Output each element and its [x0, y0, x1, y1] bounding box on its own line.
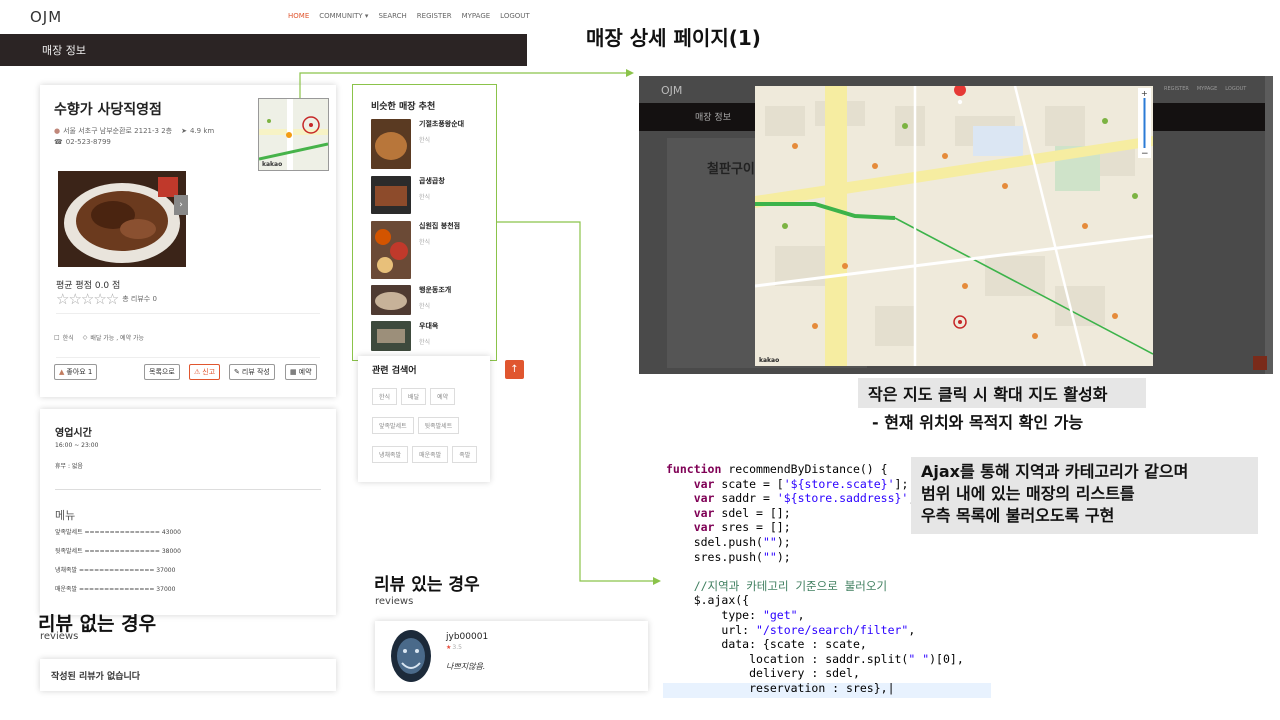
shot-bar-title: 매장 정보 [695, 113, 731, 123]
ajax-caption-2: 범위 내에 있는 매장의 리스트를 [921, 484, 1135, 503]
map-modal-screenshot: OJM REGISTER MYPAGE LOGOUT 매장 정보 철판구이 + … [639, 76, 1273, 374]
ajax-caption-box: Ajax를 통해 지역과 카테고리가 같으며 범위 내에 있는 매장의 리스트를… [911, 457, 1258, 534]
svg-text:−: − [1141, 149, 1149, 159]
map-caption-1: 작은 지도 클릭 시 확대 지도 활성화 [868, 385, 1108, 404]
arrow-to-code [497, 221, 654, 582]
code-text: reservation : sres},| [749, 680, 895, 695]
code-text: scate = [ [721, 476, 784, 491]
code-text: delivery : sdel, [749, 666, 860, 681]
code-text: sres.push( [693, 549, 763, 564]
code-text: ); [776, 534, 791, 549]
code-text: sdel.push( [693, 534, 763, 549]
code-line: //지역과 카테고리 기준으로 불러오기 [666, 579, 964, 594]
zoom-control[interactable]: + − [1138, 88, 1151, 159]
code-string: "" [762, 549, 777, 564]
code-line: reservation : sres},| [666, 681, 964, 696]
code-text: , [908, 622, 916, 637]
arrowhead-map [626, 69, 634, 77]
code-line: location : saddr.split(" ")[0], [666, 652, 964, 667]
code-line: sres.push(""); [666, 550, 964, 565]
svg-text:+: + [1141, 89, 1148, 98]
code-line: data: {scate : scate, [666, 637, 964, 652]
code-line: $.ajax({ [666, 593, 964, 608]
code-text: saddr = [721, 491, 777, 506]
arrow-to-map [299, 72, 628, 98]
shot-store-name: 철판구이 [707, 162, 755, 177]
page-title: 매장 상세 페이지(1) [586, 26, 761, 50]
current-location-dot [958, 320, 962, 324]
code-line: url: "/store/search/filter", [666, 623, 964, 638]
shot-nav-item: REGISTER [1164, 86, 1189, 92]
code-text: sres = []; [721, 520, 791, 535]
code-fn-name: recommendByDistance() { [728, 462, 888, 476]
code-text: ); [776, 549, 791, 564]
code-text: sdel = []; [721, 505, 791, 520]
code-string: "" [762, 534, 777, 549]
code-text: data: {scate : scate, [721, 637, 867, 652]
code-string: "/store/search/filter" [756, 622, 909, 637]
shot-logo: OJM [661, 84, 683, 97]
ajax-caption-3: 우측 목록에 불러오도록 구현 [921, 506, 1115, 525]
map-caption-2: - 현재 위치와 목적지 확인 가능 [872, 413, 1084, 432]
ajax-caption-1: Ajax를 통해 지역과 카테고리가 같으며 [921, 462, 1189, 481]
code-string: " " [908, 651, 930, 666]
code-text: $.ajax({ [693, 593, 750, 608]
code-text: , [797, 607, 805, 622]
shot-nav-item: MYPAGE [1196, 86, 1218, 92]
shot-scrollbar[interactable] [1265, 76, 1273, 374]
code-line: delivery : sdel, [666, 666, 964, 681]
code-line: type: "get", [666, 608, 964, 623]
code-string: '${store.saddress}' [776, 491, 909, 506]
code-text: location : saddr.split( [749, 651, 909, 666]
map-school-area [973, 126, 1023, 156]
code-text: url: [721, 622, 757, 637]
map-road-vertical [825, 86, 847, 366]
map-brand: kakao [759, 357, 779, 364]
shot-nav: REGISTER MYPAGE LOGOUT [1164, 86, 1246, 92]
code-text: ]; [894, 476, 909, 491]
code-string: '${store.scate}' [783, 476, 895, 491]
code-text: )[0], [929, 651, 964, 666]
shot-top-button [1253, 356, 1267, 370]
code-string: "get" [762, 607, 798, 622]
arrowhead-code [653, 577, 661, 585]
shot-nav-item: LOGOUT [1225, 86, 1247, 92]
map-caption-box: 작은 지도 클릭 시 확대 지도 활성화 [858, 378, 1146, 408]
code-text: type: [721, 607, 763, 622]
code-comment: //지역과 카테고리 기준으로 불러오기 [693, 578, 888, 593]
code-line: sdel.push(""); [666, 535, 964, 550]
large-map[interactable]: + − kakao [755, 86, 1153, 366]
